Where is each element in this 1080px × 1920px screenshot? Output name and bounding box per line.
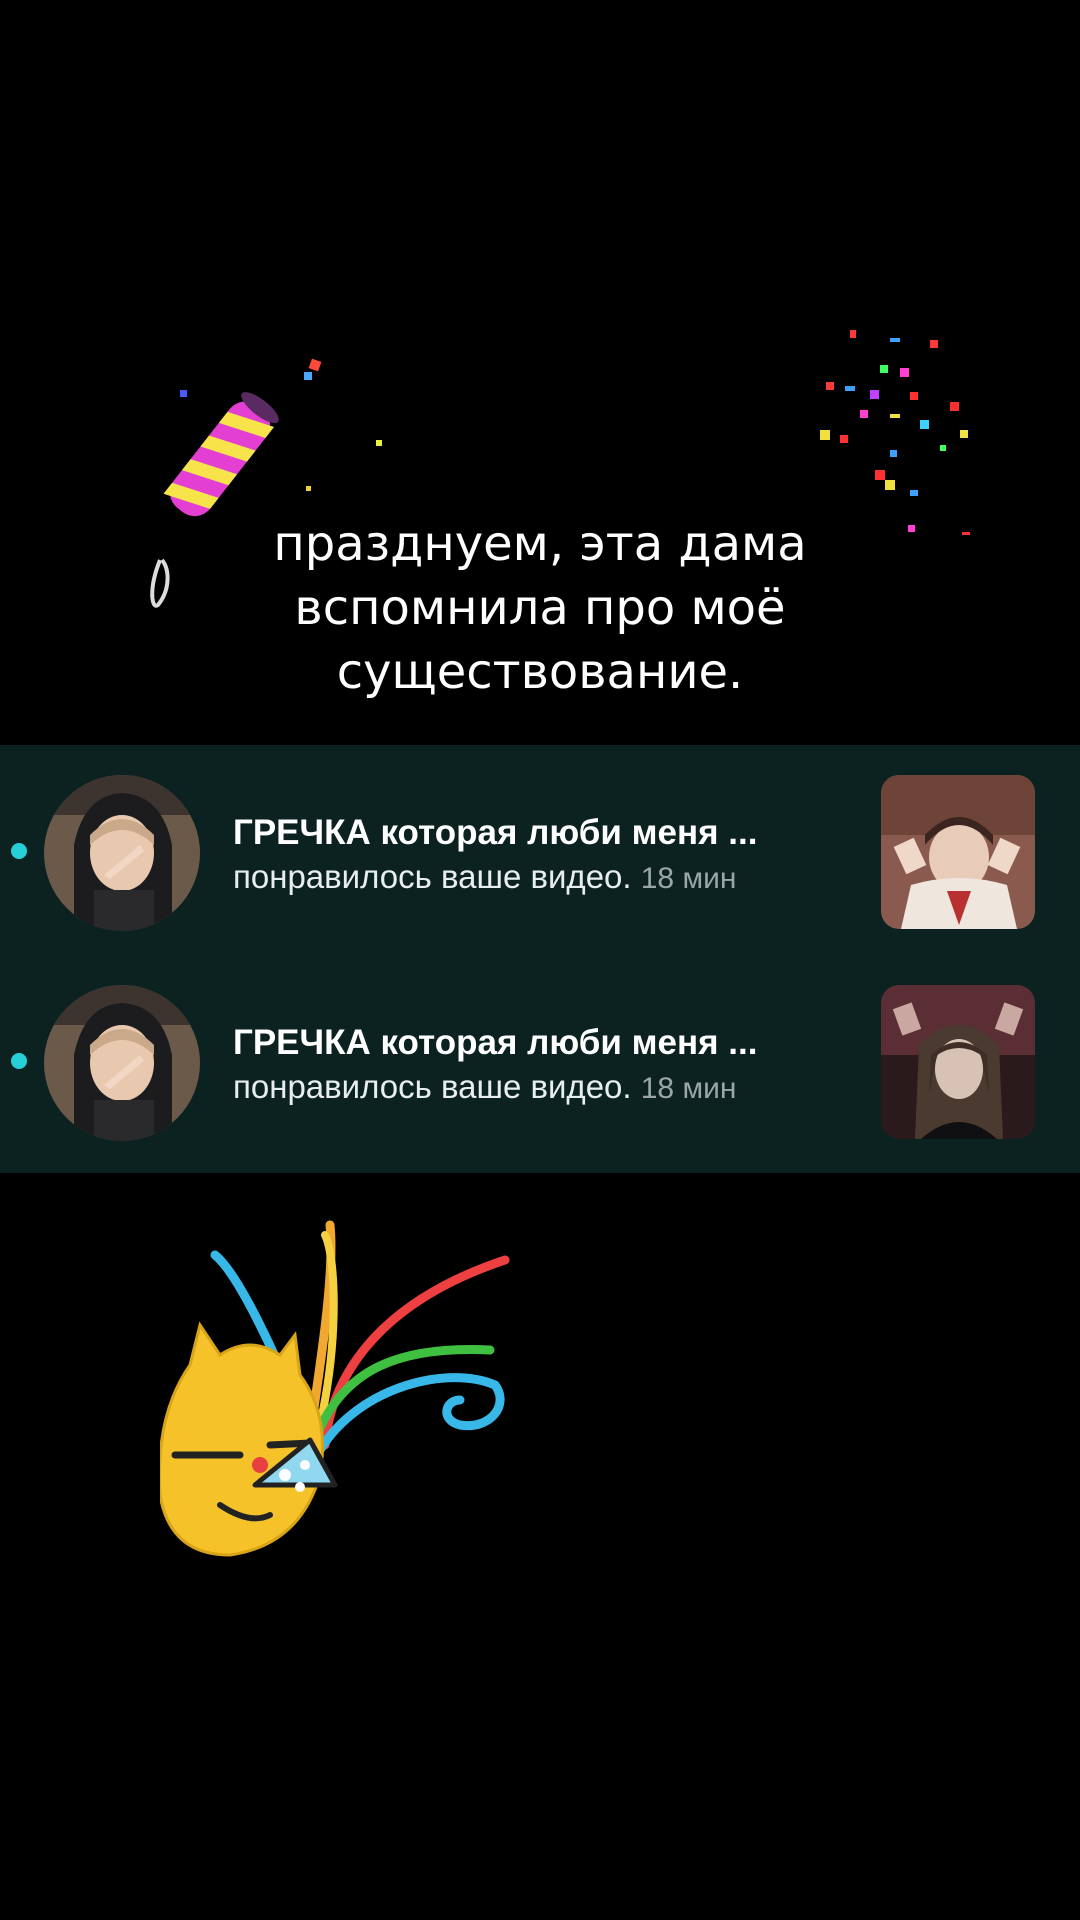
notification-item[interactable]: ГРЕЧКА которая люби меня ... понравилось… [0, 955, 1080, 1165]
party-cat-sticker-icon [160, 1220, 510, 1557]
avatar[interactable] [44, 775, 200, 931]
confetti-icon [820, 330, 970, 535]
action-text: понравилось ваше видео. [233, 1068, 632, 1105]
timestamp: 18 мин [640, 862, 737, 895]
notification-panel: ГРЕЧКА которая люби меня ... понравилось… [0, 745, 1080, 1173]
avatar[interactable] [44, 985, 200, 1141]
unread-indicator [11, 1053, 27, 1069]
caption-line-2: вспомнила про моё [294, 580, 786, 636]
username[interactable]: ГРЕЧКА которая люби меня ... [233, 1021, 853, 1065]
action-line: понравилось ваше видео. 18 мин [233, 855, 853, 901]
unread-indicator [11, 843, 27, 859]
video-thumbnail[interactable] [881, 985, 1035, 1139]
notification-text: ГРЕЧКА которая люби меня ... понравилось… [233, 1021, 853, 1111]
video-thumbnail[interactable] [881, 775, 1035, 929]
video-caption: празднуем, эта дама вспомнила про моё су… [140, 512, 940, 704]
username[interactable]: ГРЕЧКА которая люби меня ... [233, 811, 853, 855]
caption-line-1: празднуем, эта дама [273, 516, 807, 572]
timestamp: 18 мин [640, 1072, 737, 1105]
confetti-icon [180, 358, 382, 491]
notification-text: ГРЕЧКА которая люби меня ... понравилось… [233, 811, 853, 901]
action-text: понравилось ваше видео. [233, 858, 632, 895]
caption-line-3: существование. [336, 644, 744, 700]
action-line: понравилось ваше видео. 18 мин [233, 1065, 853, 1111]
notification-item[interactable]: ГРЕЧКА которая люби меня ... понравилось… [0, 745, 1080, 955]
